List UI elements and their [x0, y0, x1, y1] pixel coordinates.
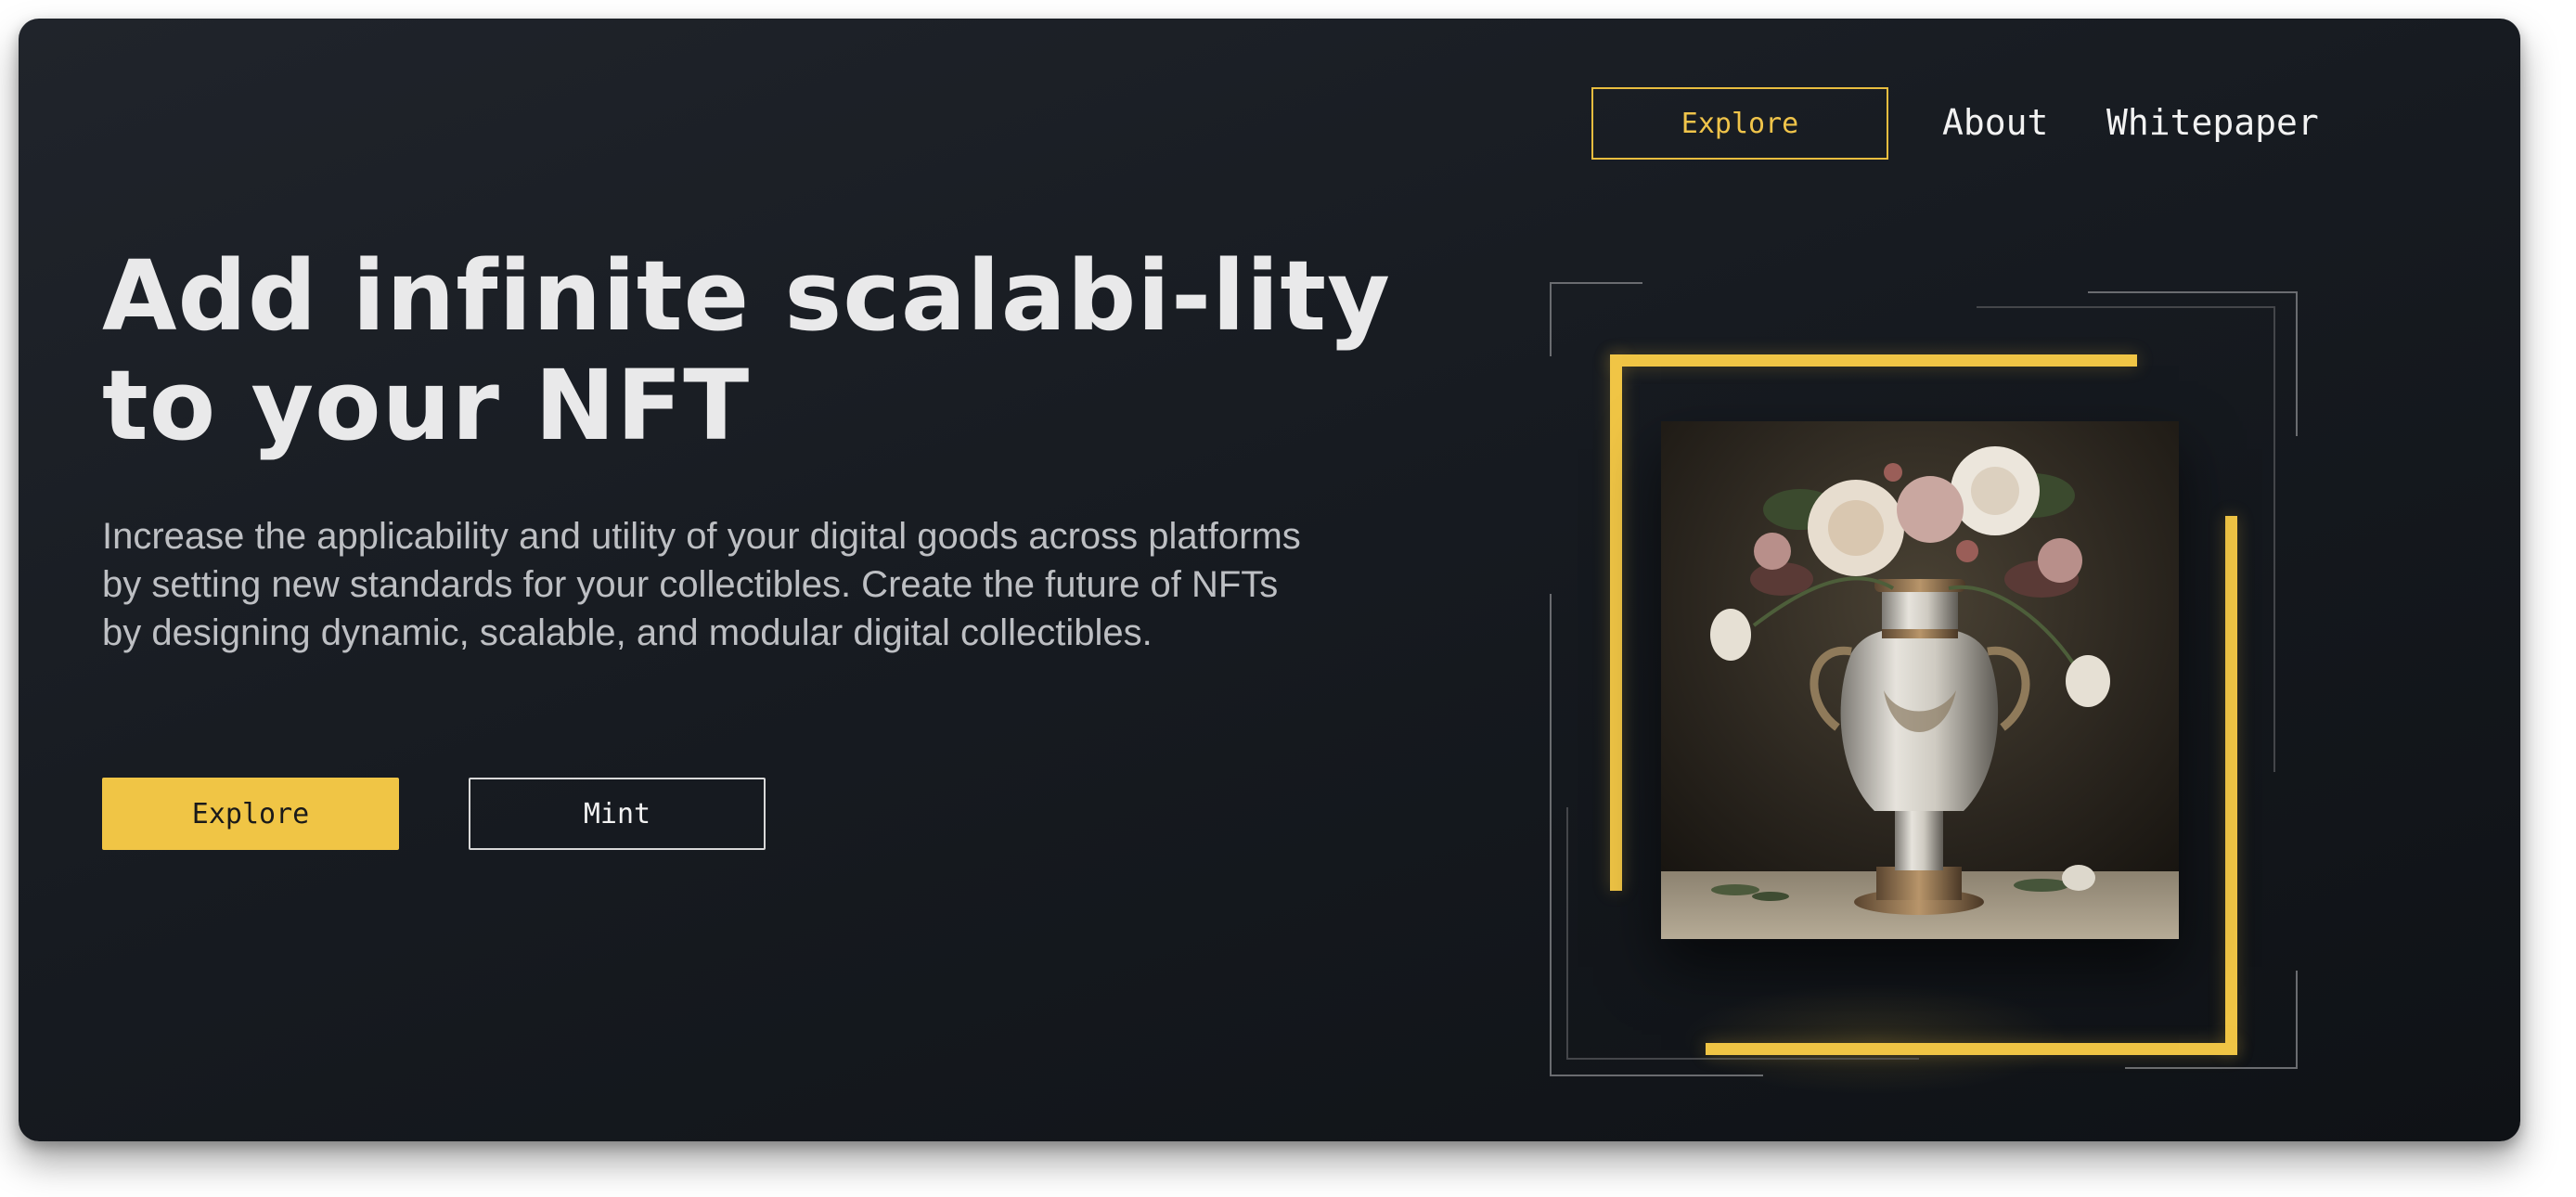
frame-outer-right-top — [2296, 291, 2298, 436]
frame-accent-left — [1610, 354, 1622, 891]
frame-outer-right-bottom — [2296, 971, 2298, 1069]
frame-inner-bottom — [1566, 1058, 1919, 1060]
hero-title: Add infinite scalabi-lity to your NFT — [102, 241, 1401, 460]
hero-description: Increase the applicability and utility o… — [102, 516, 1301, 653]
nav-explore-label: Explore — [1681, 107, 1799, 140]
frame-outer-top-right — [2088, 291, 2298, 293]
frame-outer-left-bottom — [1550, 594, 1552, 1076]
frame-outer-bottom-right — [2125, 1067, 2298, 1069]
explore-button-label: Explore — [191, 797, 310, 830]
frame-accent-top — [1610, 354, 2137, 367]
vase-with-flowers-image — [1661, 421, 2179, 939]
nav-about-link[interactable]: About — [1942, 100, 2048, 145]
hero-card: Explore About Whitepaper Add infinite sc… — [19, 19, 2520, 1141]
frame-inner-right — [2273, 306, 2275, 772]
nft-artwork-image — [1661, 421, 2179, 939]
hero-title-line-2: to your NFT — [102, 349, 751, 462]
frame-outer-left-top — [1550, 282, 1552, 356]
frame-glow — [1680, 984, 2069, 1095]
nav-whitepaper-link[interactable]: Whitepaper — [2106, 100, 2319, 145]
frame-inner-top-right — [1977, 306, 2275, 308]
frame-accent-right — [2225, 516, 2237, 1054]
nav-explore-button[interactable]: Explore — [1591, 87, 1888, 160]
frame-outer-bottom-left — [1550, 1075, 1763, 1076]
hero-title-line-1: Add infinite scalabi-lity — [102, 239, 1391, 353]
mint-button[interactable]: Mint — [469, 778, 766, 850]
mint-button-label: Mint — [583, 797, 651, 830]
frame-outer-top-left — [1550, 282, 1642, 284]
frame-accent-bottom — [1706, 1043, 2237, 1055]
frame-inner-left — [1566, 807, 1568, 1060]
explore-button[interactable]: Explore — [102, 778, 399, 850]
